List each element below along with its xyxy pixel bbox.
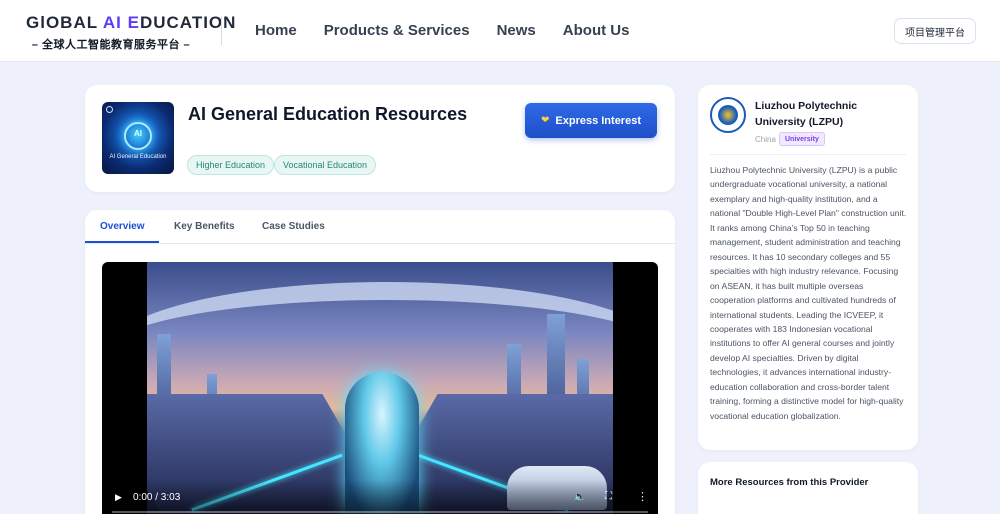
provider-description: Liuzhou Polytechnic University (LZPU) is… bbox=[710, 165, 907, 421]
site-logo[interactable]: GlOBAL AI EDUCATION – 全球人工智能教育服务平台 – bbox=[26, 13, 237, 52]
logo-subtitle: – 全球人工智能教育服务平台 – bbox=[31, 39, 191, 51]
resource-title: AI General Education Resources bbox=[188, 104, 468, 124]
scene-arch bbox=[147, 282, 613, 352]
resource-content-card: Overview Key Benefits Case Studies ▶ 0:0… bbox=[85, 210, 675, 514]
video-progress-bar[interactable] bbox=[112, 511, 648, 513]
nav-products-services[interactable]: Products & Services bbox=[324, 22, 470, 39]
top-navigation-bar: GlOBAL AI EDUCATION – 全球人工智能教育服务平台 – Hom… bbox=[0, 0, 1000, 62]
resource-header-card: AI AI General Education AI General Educa… bbox=[85, 85, 675, 192]
main-nav: Home Products & Services News About Us bbox=[255, 22, 629, 39]
more-resources-card: More Resources from this Provider bbox=[698, 462, 918, 514]
video-frame-futuristic-city bbox=[147, 262, 613, 514]
heart-icon: ❤ bbox=[541, 115, 550, 126]
volume-icon[interactable]: 🔈 bbox=[573, 490, 587, 503]
more-options-icon[interactable]: ⋮ bbox=[637, 490, 648, 503]
video-time: 0:00 / 3:03 bbox=[133, 492, 181, 503]
video-player[interactable]: ▶ 0:00 / 3:03 🔈 ⛶ ⋮ bbox=[102, 262, 658, 514]
fullscreen-icon[interactable]: ⛶ bbox=[605, 491, 612, 502]
tab-overview[interactable]: Overview bbox=[100, 221, 144, 232]
project-platform-button[interactable]: 项目管理平台 bbox=[894, 18, 976, 44]
thumbnail-badge-icon bbox=[106, 106, 113, 113]
tab-key-benefits[interactable]: Key Benefits bbox=[174, 221, 235, 232]
provider-name[interactable]: Liuzhou Polytechnic University (LZPU) bbox=[755, 98, 905, 130]
resource-thumbnail: AI AI General Education bbox=[102, 102, 174, 174]
tag-higher-education: Higher Education bbox=[187, 155, 275, 175]
provider-type-badge: University bbox=[779, 132, 825, 146]
nav-home[interactable]: Home bbox=[255, 22, 297, 39]
tab-case-studies[interactable]: Case Studies bbox=[262, 221, 325, 232]
thumbnail-caption: AI General Education bbox=[109, 154, 167, 160]
nav-about-us[interactable]: About Us bbox=[563, 22, 630, 39]
play-icon[interactable]: ▶ bbox=[115, 492, 122, 503]
logo-wordmark: GlOBAL AI EDUCATION bbox=[26, 13, 237, 32]
provider-country: China bbox=[755, 135, 776, 144]
more-resources-title: More Resources from this Provider bbox=[710, 477, 869, 488]
tag-vocational-education: Vocational Education bbox=[274, 155, 377, 175]
header-divider bbox=[221, 17, 222, 45]
content-tabs: Overview Key Benefits Case Studies bbox=[85, 210, 675, 244]
thumbnail-ai-text: AI bbox=[134, 129, 142, 138]
express-interest-button[interactable]: ❤ Express Interest bbox=[525, 103, 657, 138]
nav-news[interactable]: News bbox=[497, 22, 536, 39]
video-controls: ▶ 0:00 / 3:03 🔈 ⛶ ⋮ bbox=[102, 480, 658, 514]
university-seal-icon bbox=[710, 97, 746, 133]
express-interest-label: Express Interest bbox=[555, 114, 641, 127]
provider-divider bbox=[710, 154, 906, 155]
active-tab-indicator bbox=[85, 241, 159, 243]
provider-card: Liuzhou Polytechnic University (LZPU) Ch… bbox=[698, 85, 918, 450]
